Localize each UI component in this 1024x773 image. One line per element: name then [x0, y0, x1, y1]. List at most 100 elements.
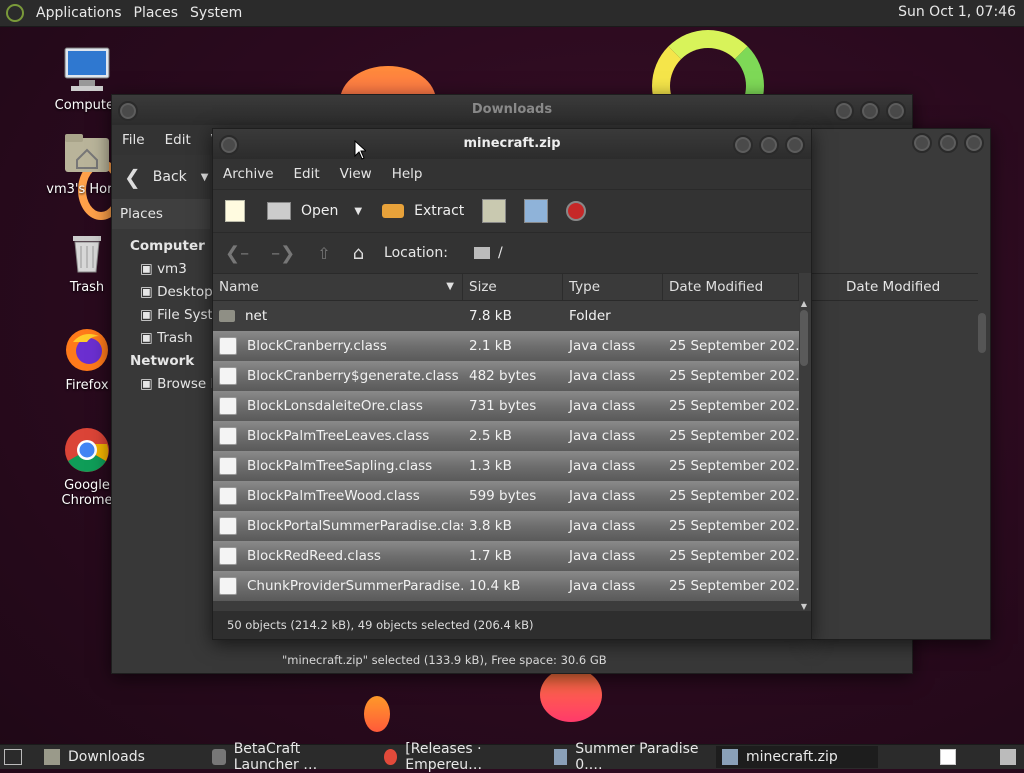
file-type-cell: Java class — [569, 578, 636, 594]
back-arrow-icon[interactable]: ❮– — [225, 243, 249, 264]
scrollbar[interactable] — [978, 305, 986, 605]
home-icon[interactable]: ⌂ — [353, 243, 364, 264]
file-size-cell: 10.4 kB — [469, 578, 521, 594]
panel-logo-icon[interactable] — [6, 4, 24, 22]
scroll-up-arrow-icon[interactable]: ▲ — [799, 299, 809, 308]
file-row[interactable]: BlockPortalSummerParadise.class 3.8 kB Jav… — [213, 511, 799, 541]
file-date-cell: 25 September 202… — [669, 428, 799, 444]
task-minecraft-zip[interactable]: minecraft.zip — [716, 746, 878, 768]
file-row[interactable]: BlockPalmTreeLeaves.class 2.5 kB Java clas… — [213, 421, 799, 451]
archive-titlebar[interactable]: minecraft.zip — [213, 129, 811, 159]
column-name[interactable]: Name ▼ — [213, 274, 463, 300]
menu-applications[interactable]: Applications — [36, 5, 122, 21]
downloads-titlebar[interactable]: Downloads — [112, 95, 912, 125]
file-date-cell: 25 September 202… — [669, 518, 799, 534]
task-releases[interactable]: [Releases · Empereu… — [378, 741, 542, 773]
java-class-file-icon — [219, 457, 237, 475]
java-class-file-icon — [219, 397, 237, 415]
column-size[interactable]: Size — [463, 274, 563, 300]
maximize-button[interactable] — [759, 135, 779, 155]
file-name-cell: BlockPalmTreeLeaves.class — [213, 427, 463, 445]
extract-button[interactable]: Extract — [414, 203, 464, 219]
menu-view[interactable]: View — [340, 166, 372, 182]
new-archive-icon[interactable] — [225, 200, 245, 222]
places-header[interactable]: Places — [112, 199, 210, 229]
file-size-cell: 731 bytes — [469, 398, 537, 414]
taskbar: Downloads BetaCraft Launcher … [Releases… — [0, 741, 1024, 773]
scroll-down-arrow-icon[interactable]: ▼ — [799, 602, 809, 611]
menu-archive[interactable]: Archive — [223, 166, 274, 182]
file-list: net 7.8 kB Folder BlockCranberry.class 2.1 k… — [213, 301, 799, 601]
up-arrow-icon[interactable]: ⇧ — [317, 244, 330, 263]
file-row[interactable]: BlockLonsdaleiteOre.class 731 bytes Java c… — [213, 391, 799, 421]
java-class-file-icon — [219, 427, 237, 445]
menu-system[interactable]: System — [190, 5, 242, 21]
downloads-window-right: Date Modified — [811, 128, 991, 640]
open-icon[interactable] — [267, 202, 291, 220]
scrollbar[interactable]: ▲ ▼ — [799, 299, 809, 611]
close-button[interactable] — [964, 133, 984, 153]
clock[interactable]: Sun Oct 1, 07:46 — [898, 4, 1016, 20]
file-name-cell: BlockCranberry.class — [213, 337, 463, 355]
column-date-modified[interactable]: Date Modified — [846, 279, 940, 295]
file-type-cell: Java class — [569, 548, 636, 564]
file-name-cell: ChunkProviderSummerParadise.… — [213, 577, 463, 595]
forward-arrow-icon[interactable]: –❯ — [271, 243, 295, 264]
column-type[interactable]: Type — [563, 274, 663, 300]
file-row[interactable]: BlockCranberry$generate.class 482 bytes Ja… — [213, 361, 799, 391]
open-dropdown-icon[interactable]: ▼ — [354, 206, 362, 217]
menu-edit[interactable]: Edit — [294, 166, 320, 182]
file-row[interactable]: BlockCranberry.class 2.1 kB Java class 25 S… — [213, 331, 799, 361]
file-row[interactable]: net 7.8 kB Folder — [213, 301, 799, 331]
archive-icon — [554, 749, 568, 765]
column-date-modified[interactable]: Date Modified — [663, 274, 799, 300]
workspace-switcher[interactable] — [940, 749, 956, 765]
task-summer-paradise[interactable]: Summer Paradise 0.… — [548, 741, 710, 773]
file-row[interactable]: ChunkProviderSummerParadise.… 10.4 kB Java… — [213, 571, 799, 601]
minimize-button[interactable] — [834, 101, 854, 121]
java-class-file-icon — [219, 547, 237, 565]
file-name-cell: net — [213, 308, 463, 324]
file-row[interactable]: BlockRedReed.class 1.7 kB Java class 25 Sep… — [213, 541, 799, 571]
firefox-icon — [63, 326, 111, 374]
file-row[interactable]: BlockPalmTreeWood.class 599 bytes Java cla… — [213, 481, 799, 511]
menu-edit[interactable]: Edit — [165, 132, 191, 148]
java-class-file-icon — [219, 337, 237, 355]
back-button[interactable]: Back — [153, 169, 187, 185]
extract-icon[interactable] — [382, 204, 405, 218]
maximize-button[interactable] — [860, 101, 880, 121]
trash-icon — [63, 228, 111, 276]
file-date-cell: 25 September 202… — [669, 548, 799, 564]
maximize-button[interactable] — [938, 133, 958, 153]
back-arrow-icon[interactable]: ❮ — [124, 165, 141, 189]
minimize-button[interactable] — [912, 133, 932, 153]
show-desktop-icon[interactable] — [4, 749, 22, 765]
task-downloads[interactable]: Downloads — [38, 746, 200, 768]
file-name-cell: BlockPalmTreeSapling.class — [213, 457, 463, 475]
file-date-cell: 25 September 202… — [669, 398, 799, 414]
file-type-cell: Java class — [569, 458, 636, 474]
back-dropdown-icon[interactable]: ▼ — [201, 172, 209, 183]
trash-applet-icon[interactable] — [1000, 749, 1016, 765]
menu-places[interactable]: Places — [134, 5, 179, 21]
menu-help[interactable]: Help — [392, 166, 423, 182]
scroll-thumb[interactable] — [800, 310, 808, 366]
stop-icon[interactable] — [566, 201, 587, 221]
desktop-icon-label: Trash — [69, 280, 105, 295]
add-folder-icon[interactable] — [524, 199, 549, 223]
top-panel: Applications Places System Sun Oct 1, 07… — [0, 0, 1024, 27]
close-button[interactable] — [886, 101, 906, 121]
close-button[interactable] — [785, 135, 805, 155]
add-files-icon[interactable] — [482, 199, 507, 223]
sort-down-icon: ▼ — [446, 281, 454, 292]
java-class-file-icon — [219, 517, 237, 535]
archive-menubar: Archive Edit View Help — [213, 159, 811, 189]
archive-toolbar: Open ▼ Extract — [213, 189, 811, 232]
open-button[interactable]: Open — [301, 203, 338, 219]
task-betacraft[interactable]: BetaCraft Launcher … — [206, 741, 372, 773]
location-path[interactable]: / — [498, 245, 503, 261]
file-row[interactable]: BlockPalmTreeSapling.class 1.3 kB Java cla… — [213, 451, 799, 481]
minimize-button[interactable] — [733, 135, 753, 155]
menu-file[interactable]: File — [122, 132, 145, 148]
decor-small-blob — [364, 696, 390, 732]
